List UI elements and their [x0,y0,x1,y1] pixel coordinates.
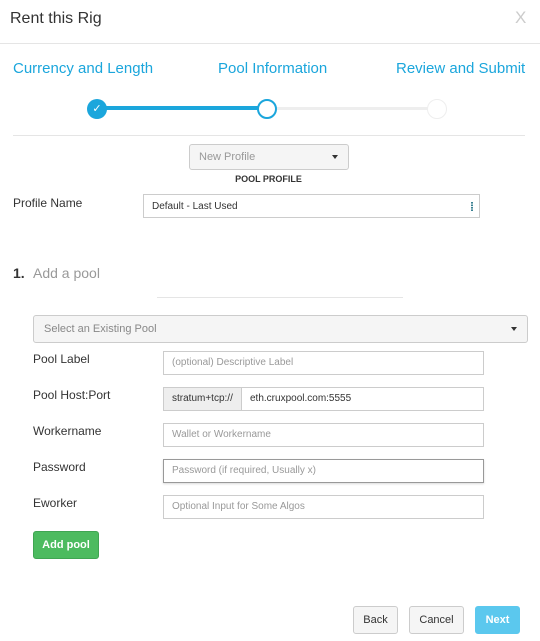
protocol-prefix: stratum+tcp:// [163,387,242,411]
workername-input[interactable]: Wallet or Workername [163,423,484,447]
pool-label-label: Pool Label [33,352,90,366]
pool-divider [157,297,403,298]
next-button[interactable]: Next [475,606,520,634]
workername-label: Workername [33,424,102,438]
add-pool-heading: Add a pool [33,265,100,281]
eworker-input[interactable]: Optional Input for Some Algos [163,495,484,519]
existing-pool-select-value: Select an Existing Pool [44,323,157,335]
back-button[interactable]: Back [353,606,398,634]
pool-profile-label: POOL PROFILE [235,174,302,184]
step-pool-information[interactable]: Pool Information [218,60,327,77]
existing-pool-select[interactable]: Select an Existing Pool [33,315,528,343]
step-currency-and-length[interactable]: Currency and Length [13,60,153,77]
password-manager-icon[interactable]: ⁞ [470,195,474,219]
progress-filled [100,106,270,110]
pool-number: 1. [13,265,25,281]
profile-name-input[interactable]: Default - Last Used ⁞ [143,194,480,218]
add-pool-button[interactable]: Add pool [33,531,99,559]
caret-down-icon [332,155,338,159]
password-label: Password [33,460,86,474]
step-pending-dot [427,99,447,119]
step-done-check-icon: ✓ [87,99,107,119]
pool-host-input[interactable]: eth.cruxpool.com:5555 [241,387,484,411]
close-icon[interactable]: X [515,8,526,28]
step-active-dot [257,99,277,119]
password-input[interactable]: Password (if required, Usually x) [163,459,484,483]
progress-track [270,107,435,110]
pool-host-label: Pool Host:Port [33,388,111,402]
profile-name-value: Default - Last Used [152,201,238,212]
profile-dropdown[interactable]: New Profile [189,144,349,170]
eworker-label: Eworker [33,496,78,510]
step-review-and-submit[interactable]: Review and Submit [396,60,525,77]
caret-down-icon [511,327,517,331]
pool-label-input[interactable]: (optional) Descriptive Label [163,351,484,375]
cancel-button[interactable]: Cancel [409,606,464,634]
header-divider [0,43,540,44]
profile-dropdown-value: New Profile [199,151,256,163]
stepper-divider [13,135,525,136]
profile-name-label: Profile Name [13,196,83,210]
dialog-title: Rent this Rig [10,10,102,27]
